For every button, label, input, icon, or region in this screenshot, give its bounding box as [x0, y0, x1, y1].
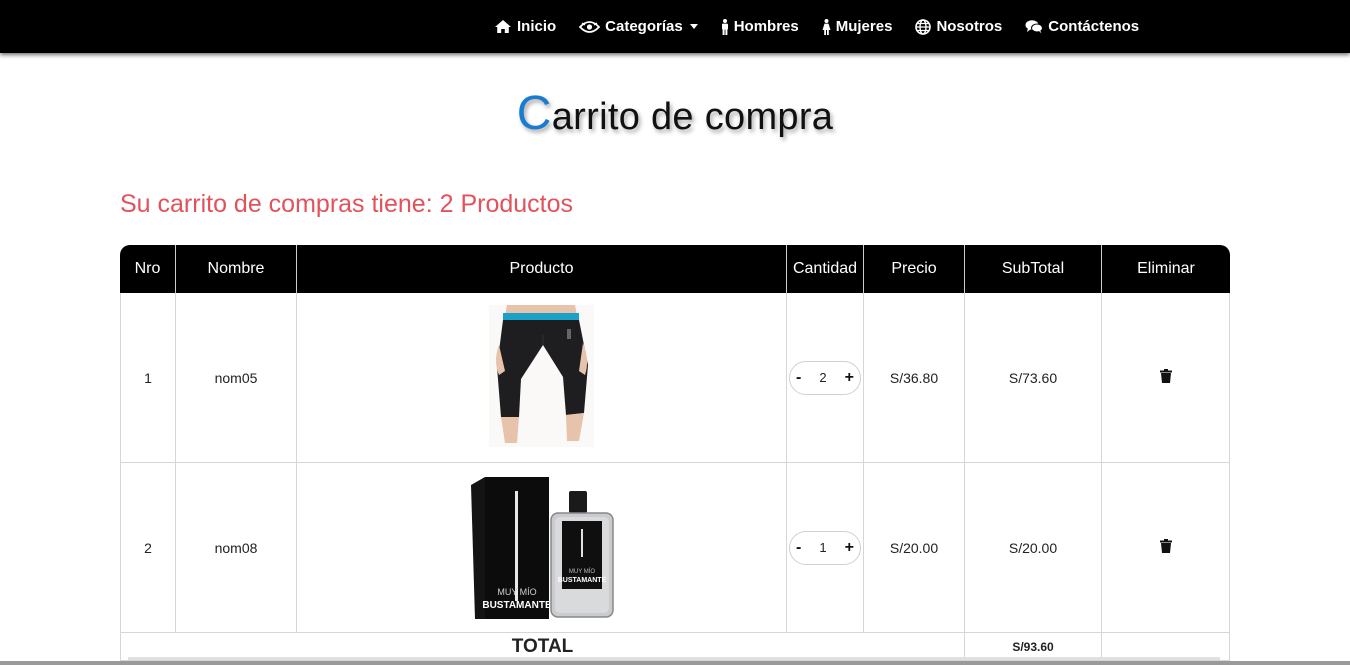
male-icon	[721, 18, 729, 35]
page-title: Carrito de compra	[0, 86, 1350, 141]
cell-nombre: nom08	[176, 463, 297, 633]
product-image-perfume: MUY MÍO BUSTAMANTE MUY MÍO BUSTAMANTE	[468, 471, 615, 624]
table-row: 2 nom08 MUY MÍO BUSTAMANTE MUY MÍO BUSTA…	[120, 463, 1230, 633]
page-title-rest: arrito de compra	[551, 96, 834, 138]
decrease-quantity-button[interactable]: -	[796, 369, 801, 387]
col-header-producto: Producto	[297, 245, 787, 293]
horizontal-scrollbar[interactable]	[128, 657, 1220, 660]
cell-subtotal: S/20.00	[965, 463, 1102, 633]
cell-cantidad: - 1 +	[787, 463, 864, 633]
nav-item-categorias[interactable]: Categorías	[579, 18, 698, 35]
box-text-line1: MUY MÍO	[497, 587, 536, 597]
cell-cantidad: - 2 +	[787, 293, 864, 463]
page-title-initial: C	[516, 87, 552, 140]
nav-item-inicio[interactable]: Inicio	[494, 18, 556, 35]
nav-item-nosotros[interactable]: Nosotros	[915, 18, 1002, 35]
cell-eliminar	[1102, 463, 1230, 633]
top-navbar: Inicio Categorías Hombres Mujeres Nosotr…	[0, 0, 1350, 53]
col-header-eliminar: Eliminar	[1102, 245, 1230, 293]
cart-table: Nro Nombre Producto Cantidad Precio SubT…	[120, 245, 1230, 661]
chevron-down-icon	[689, 24, 698, 29]
col-header-nro: Nro	[120, 245, 176, 293]
eye-icon	[579, 20, 601, 34]
nav-label-contactenos: Contáctenos	[1048, 18, 1140, 35]
bottle-text-line1: MUY MÍO	[568, 568, 595, 575]
cell-nro: 1	[120, 293, 176, 463]
cell-eliminar	[1102, 293, 1230, 463]
trash-icon[interactable]	[1159, 369, 1172, 386]
nav-list: Inicio Categorías Hombres Mujeres Nosotr…	[494, 0, 1139, 53]
increase-quantity-button[interactable]: +	[845, 539, 854, 557]
table-row: 1 nom05 - 2 + S/36.80 S/73.60	[120, 293, 1230, 463]
quantity-stepper[interactable]: - 1 +	[789, 530, 861, 565]
female-icon	[822, 18, 831, 35]
quantity-value: 1	[819, 540, 827, 555]
table-header-row: Nro Nombre Producto Cantidad Precio SubT…	[120, 245, 1230, 293]
col-header-precio: Precio	[864, 245, 965, 293]
nav-label-inicio: Inicio	[517, 18, 557, 35]
nav-item-hombres[interactable]: Hombres	[721, 18, 799, 35]
nav-label-nosotros: Nosotros	[936, 18, 1003, 35]
quantity-stepper[interactable]: - 2 +	[789, 360, 861, 395]
box-text-line2: BUSTAMANTE	[482, 600, 552, 611]
cart-summary: Su carrito de compras tiene: 2 Productos	[120, 190, 574, 218]
nav-label-hombres: Hombres	[733, 18, 799, 35]
product-image-leggings	[489, 305, 594, 450]
decrease-quantity-button[interactable]: -	[796, 539, 801, 557]
nav-label-categorias: Categorías	[605, 18, 683, 35]
col-header-nombre: Nombre	[176, 245, 297, 293]
page-bottom-border	[0, 661, 1350, 665]
col-header-cantidad: Cantidad	[787, 245, 864, 293]
col-header-subtotal: SubTotal	[965, 245, 1102, 293]
trash-icon[interactable]	[1159, 539, 1172, 556]
cell-nombre: nom05	[176, 293, 297, 463]
nav-label-mujeres: Mujeres	[835, 18, 893, 35]
comments-icon	[1025, 19, 1044, 34]
home-icon	[494, 19, 512, 34]
cell-precio: S/36.80	[864, 293, 965, 463]
quantity-value: 2	[819, 370, 827, 385]
cell-nro: 2	[120, 463, 176, 633]
bottle-text-line2: BUSTAMANTE	[557, 577, 606, 584]
nav-item-mujeres[interactable]: Mujeres	[822, 18, 893, 35]
cell-precio: S/20.00	[864, 463, 965, 633]
increase-quantity-button[interactable]: +	[845, 369, 854, 387]
cell-subtotal: S/73.60	[965, 293, 1102, 463]
cell-producto: MUY MÍO BUSTAMANTE MUY MÍO BUSTAMANTE	[297, 463, 787, 633]
cell-producto	[297, 293, 787, 463]
nav-item-contactenos[interactable]: Contáctenos	[1025, 18, 1139, 35]
globe-icon	[915, 18, 932, 35]
